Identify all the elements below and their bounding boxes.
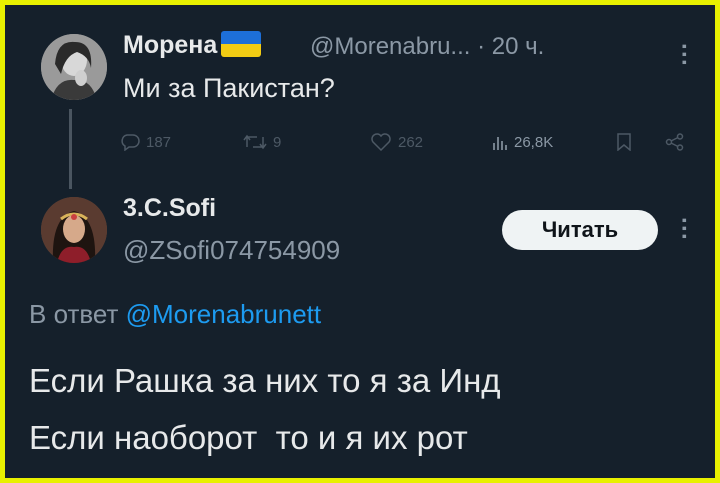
avatar-sofi[interactable] [41,197,107,263]
view-count: 26,8K [514,133,554,151]
reply-count: 187 [146,133,172,151]
screenshot-frame: Морена @Morenabru... · 20 ч. ··· Ми за П… [5,5,715,478]
views-icon [493,137,507,150]
more-options-icon[interactable]: ··· [670,217,697,241]
share-button[interactable] [665,133,685,151]
author-handle-morena[interactable]: @Morenabru... [310,33,470,60]
retweet-count: 9 [273,133,282,151]
author-handle-sofi[interactable]: @ZSofi074754909 [123,235,340,266]
reply-to-link[interactable]: @Morenabrunett [126,299,322,329]
bookmark-button[interactable] [616,133,632,151]
like-button[interactable]: 262 [370,133,423,151]
retweet-button[interactable]: 9 [243,133,281,151]
reply-button[interactable]: 187 [120,133,171,151]
more-options-icon[interactable]: ··· [670,43,697,67]
tweet2-text-line2: Если наоборот то и я их рот [29,419,468,456]
ukraine-flag-icon [221,31,262,57]
reply-prefix: В ответ [29,299,119,329]
avatar-photo-icon [41,34,107,100]
author-name-morena[interactable]: Морена [123,31,267,60]
heart-icon [371,133,391,151]
retweet-icon [243,134,267,150]
avatar-morena[interactable] [41,34,107,100]
tweet1-actions: 187 9 262 26,8K [120,133,690,159]
thread-line [69,109,72,189]
tweet-time[interactable]: 20 ч. [492,33,545,60]
reply-context: В ответ @Morenabrunett [29,299,321,330]
tweet1-text: Ми за Пакистан? [123,73,335,103]
tweet2-text-line1: Если Рашка за них то я за Инд [29,362,501,399]
bookmark-icon [617,133,631,151]
share-icon [665,133,684,151]
reply-icon [121,134,140,151]
meta-separator: · [477,33,486,60]
like-count: 262 [398,133,424,151]
follow-button[interactable]: Читать [502,210,658,250]
author-name-sofi[interactable]: 3.C.Sofi [123,194,216,223]
views-button[interactable]: 26,8K [492,133,553,151]
author-name-text: Морена [123,31,218,59]
tweet1-meta: @Morenabru... · 20 ч. [310,33,544,61]
avatar-photo-icon [41,197,107,263]
